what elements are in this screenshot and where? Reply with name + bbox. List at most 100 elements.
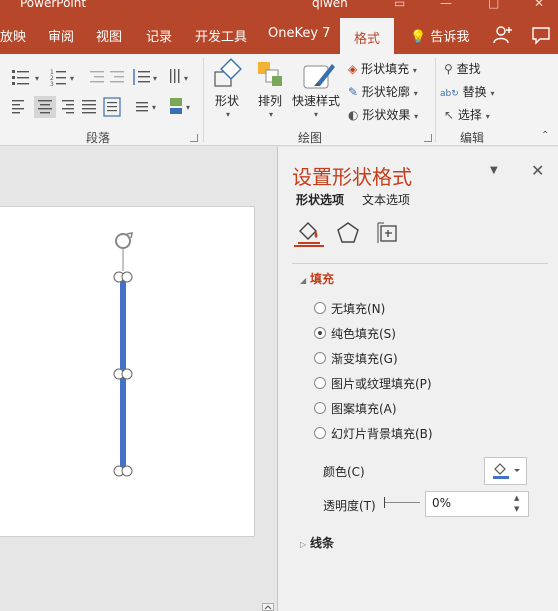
fill-line-category-icon[interactable] — [296, 221, 322, 245]
opacity-value: 0% — [432, 496, 452, 510]
radio-circle-checked — [314, 327, 326, 339]
search-icon: ⚲ — [444, 62, 453, 76]
paint-bucket-icon: ◈ — [348, 62, 358, 76]
radio-circle — [314, 402, 326, 414]
app-title: PowerPoint — [20, 0, 87, 10]
collapse-ribbon-icon[interactable]: ⌃ — [541, 130, 549, 141]
radio-label: 纯色填充(S) — [331, 327, 396, 341]
group-label-drawing: 绘图 — [298, 131, 323, 145]
shape-effects-button[interactable]: ◐ 形状效果 ▾ — [348, 106, 418, 123]
effects-icon: ◐ — [348, 108, 359, 122]
close-window-icon[interactable]: ✕ — [534, 0, 544, 10]
tab-developer[interactable]: 开发工具 — [195, 26, 247, 45]
fill-section-header[interactable]: ◢ 填充 — [300, 270, 334, 287]
title-bar: PowerPoint qiwen ▭ — □ ✕ — [0, 0, 558, 18]
ribbon: ▾ 1 2 3 ▾ ▾ ▾ ▾ ▾ 段落 形状 ▾ 排列 ▾ 快速样式 ▾ ◈ … — [0, 54, 558, 146]
slide-canvas[interactable] — [0, 206, 255, 537]
pane-close-icon[interactable]: ✕ — [531, 161, 544, 180]
radio-label: 渐变填充(G) — [331, 352, 398, 366]
quick-styles-button-label[interactable]: 快速样式 — [292, 92, 340, 109]
lightbulb-icon: 💡 — [410, 30, 427, 45]
ribbon-tabs: 放映 审阅 视图 记录 开发工具 OneKey 7 格式 💡 告诉我 — [0, 18, 558, 54]
tab-slideshow[interactable]: 放映 — [0, 26, 26, 45]
tab-text-options[interactable]: 文本选项 — [362, 191, 410, 208]
svg-text:▾: ▾ — [152, 103, 156, 112]
svg-text:▾: ▾ — [35, 74, 39, 83]
line-section-header[interactable]: ▷ 线条 — [300, 534, 334, 551]
shape-fill-button[interactable]: ◈ 形状填充 ▾ — [348, 60, 417, 77]
select-button[interactable]: ↖ 选择 ▾ — [444, 106, 490, 123]
pane-title: 设置形状格式 — [292, 165, 412, 189]
chevron-up-icon — [264, 605, 272, 610]
selected-line-shape[interactable] — [0, 207, 254, 538]
slide-editing-area — [0, 147, 278, 611]
resize-handle-bottom-right[interactable] — [121, 465, 133, 477]
pane-options-caret-icon[interactable]: ▼ — [490, 165, 498, 176]
shape-outline-label: 形状轮廓 — [361, 85, 410, 99]
user-name[interactable]: qiwen — [312, 0, 348, 10]
replace-icon: ab↻ — [440, 89, 459, 99]
maximize-icon[interactable]: □ — [488, 0, 499, 10]
shape-button-label[interactable]: 形状 — [215, 92, 239, 109]
tell-me-box[interactable]: 💡 告诉我 — [410, 26, 469, 45]
tab-format[interactable]: 格式 — [340, 18, 394, 54]
shape-outline-button[interactable]: ✎ 形状轮廓 ▾ — [348, 83, 418, 100]
effects-category-icon[interactable] — [336, 221, 360, 245]
svg-text:3: 3 — [50, 81, 54, 88]
comment-icon[interactable] — [530, 24, 552, 46]
shape-gallery-icon[interactable] — [212, 58, 244, 90]
resize-handle-top-right[interactable] — [121, 271, 133, 283]
radio-circle — [314, 377, 326, 389]
minimize-icon[interactable]: — — [440, 0, 452, 10]
svg-text:▾: ▾ — [186, 103, 190, 112]
quick-styles-icon[interactable] — [302, 58, 338, 92]
chevron-down-icon — [514, 469, 520, 472]
shape-dropdown-caret[interactable]: ▾ — [226, 110, 230, 119]
size-properties-category-icon[interactable] — [376, 221, 400, 245]
group-separator — [203, 58, 204, 142]
rotate-handle-icon[interactable] — [115, 233, 131, 249]
radio-circle — [314, 302, 326, 314]
user-add-icon[interactable] — [492, 24, 514, 46]
collapsed-triangle-icon: ▷ — [300, 540, 307, 549]
color-label: 颜色(C) — [323, 465, 365, 479]
opacity-slider-track[interactable] — [384, 502, 420, 503]
select-label: 选择 — [457, 108, 482, 122]
color-swatch — [493, 476, 509, 479]
paragraph-launcher-icon[interactable] — [190, 134, 198, 142]
format-shape-pane: 设置形状格式 ▼ ✕ 形状选项 文本选项 ◢ 填充 无填充(N) 纯色填充(S) … — [278, 147, 558, 611]
radio-circle — [314, 352, 326, 364]
tab-record[interactable]: 记录 — [146, 26, 172, 45]
tab-review[interactable]: 审阅 — [48, 26, 74, 45]
radio-label: 无填充(N) — [331, 302, 386, 316]
arrange-button-label[interactable]: 排列 — [258, 92, 282, 109]
group-separator — [435, 58, 436, 142]
opacity-slider-thumb[interactable] — [384, 497, 385, 508]
spin-up-icon[interactable]: ▲ — [514, 494, 519, 502]
restore-icon[interactable]: ▭ — [394, 0, 405, 10]
quick-styles-dropdown-caret[interactable]: ▾ — [314, 110, 318, 119]
arrange-dropdown-caret[interactable]: ▾ — [269, 110, 273, 119]
tab-view[interactable]: 视图 — [96, 26, 122, 45]
color-picker-button[interactable] — [484, 457, 527, 485]
spin-down-icon[interactable]: ▼ — [514, 505, 519, 513]
tell-me-label: 告诉我 — [430, 30, 470, 45]
resize-handle-mid-right[interactable] — [121, 368, 133, 380]
drawing-launcher-icon[interactable] — [424, 134, 432, 142]
shape-effects-label: 形状效果 — [362, 108, 411, 122]
category-selected-underline — [294, 245, 324, 247]
cursor-arrow-icon: ↖ — [444, 108, 455, 122]
tab-onekey[interactable]: OneKey 7 — [268, 26, 330, 41]
group-label-editing: 编辑 — [460, 131, 485, 145]
find-button[interactable]: ⚲ 查找 — [444, 60, 481, 77]
arrange-icon[interactable] — [254, 58, 286, 90]
scroll-up-button[interactable] — [262, 603, 274, 611]
line-header-label: 线条 — [310, 536, 335, 550]
paragraph-tools-icon[interactable]: ▾ 1 2 3 ▾ ▾ ▾ ▾ ▾ — [10, 64, 210, 124]
tab-shape-options[interactable]: 形状选项 — [296, 191, 344, 208]
replace-label: 替换 — [462, 85, 487, 99]
svg-text:▾: ▾ — [184, 74, 188, 83]
replace-button[interactable]: ab↻ 替换 ▾ — [440, 83, 494, 100]
radio-label: 幻灯片背景填充(B) — [331, 427, 433, 441]
divider-line — [292, 263, 548, 264]
